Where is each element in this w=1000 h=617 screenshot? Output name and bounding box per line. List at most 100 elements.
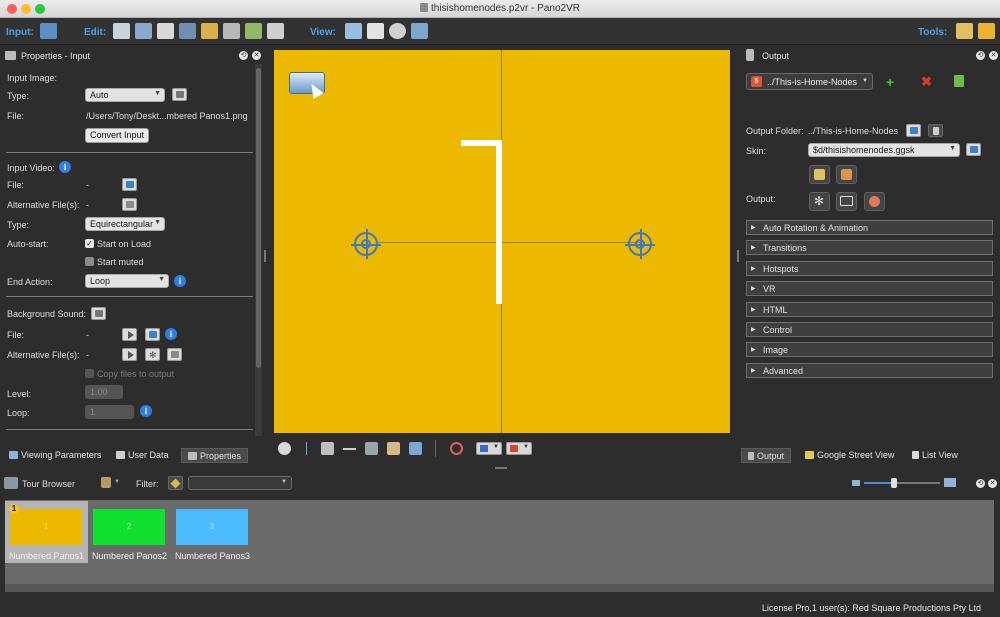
binoculars-icon[interactable]	[345, 23, 362, 39]
color-picker-blue[interactable]: ▼	[476, 442, 502, 455]
properties-scrollbar[interactable]	[255, 64, 262, 436]
filter-input[interactable]: ▼	[188, 476, 292, 490]
level-spinbox[interactable]: 1.00	[85, 385, 123, 399]
panorama-icon[interactable]	[409, 442, 422, 455]
play-sound-button[interactable]	[122, 328, 137, 341]
scrollbar-thumb[interactable]	[256, 68, 261, 368]
tour-map-icon[interactable]	[179, 23, 196, 39]
hotspot-icon[interactable]	[201, 23, 218, 39]
pano-thumbnail-image[interactable]: 1	[10, 509, 82, 545]
output-format-select[interactable]: 5 ../This-is-Home-Nodes ▼	[746, 73, 873, 90]
tab-list-view[interactable]: List View	[906, 448, 964, 463]
section-auto-rotation-animation[interactable]: Auto Rotation & Animation	[746, 220, 993, 235]
filter-tag-icon[interactable]	[168, 476, 183, 490]
convert-input-button[interactable]: Convert Input	[85, 128, 150, 143]
masking-icon[interactable]	[245, 23, 262, 39]
start-muted-checkbox[interactable]	[85, 257, 94, 266]
generate-output-icon[interactable]	[954, 75, 964, 87]
close-panel-icon[interactable]: ✕	[989, 51, 998, 60]
stopwatch-icon[interactable]	[389, 23, 406, 39]
sound-alt-browse-button[interactable]	[167, 348, 182, 361]
pano-thumbnail-item[interactable]: 1 Numbered Panos1 1	[5, 501, 88, 563]
panorama-viewer[interactable]	[274, 50, 730, 433]
section-hotspots[interactable]: Hotspots	[746, 260, 993, 276]
section-control[interactable]: Control	[746, 322, 993, 337]
image-type-select[interactable]: Auto ▼	[85, 88, 165, 102]
animation-icon[interactable]	[267, 23, 284, 39]
tab-output[interactable]: Output	[741, 448, 792, 463]
hotspot-target-left[interactable]	[351, 229, 381, 259]
thumbnail-size-slider[interactable]	[864, 478, 940, 488]
undock-panel-icon[interactable]: ⟲	[239, 51, 248, 60]
vertical-line-icon[interactable]	[300, 442, 313, 455]
undock-panel-icon[interactable]: ⟲	[976, 479, 985, 488]
sort-icon[interactable]	[101, 477, 111, 488]
tab-viewing-parameters[interactable]: Viewing Parameters	[3, 448, 107, 463]
background-sound-options-button[interactable]	[91, 307, 106, 320]
tab-user-data[interactable]: User Data	[110, 448, 175, 463]
user-data-icon[interactable]	[157, 23, 174, 39]
pano-thumbnail-image[interactable]: 2	[93, 509, 165, 545]
pano-thumbnail-item[interactable]: 3 Numbered Panos3	[171, 501, 254, 563]
crosshair-icon[interactable]	[450, 442, 463, 455]
tool-hat-icon[interactable]	[978, 23, 995, 39]
sound-settings-button[interactable]: ✻	[145, 348, 160, 361]
section-vr[interactable]: VR	[746, 281, 993, 297]
bottom-splitter-handle[interactable]	[495, 467, 507, 469]
output-open-web-button[interactable]	[864, 192, 885, 211]
input-panorama-icon[interactable]	[40, 23, 57, 39]
pano-thumbnail-image[interactable]: 3	[176, 509, 248, 545]
sound-file-browse-button[interactable]	[145, 328, 160, 341]
viewing-parameters-icon[interactable]	[113, 23, 130, 39]
skin-select[interactable]: $d/thisishomenodes.ggsk ▼	[808, 143, 960, 157]
video-alt-browse-button[interactable]	[122, 198, 137, 211]
funnel-icon[interactable]	[365, 442, 378, 455]
section-transitions[interactable]: Transitions	[746, 240, 993, 256]
skin-browse-button[interactable]	[966, 143, 981, 156]
video-file-browse-button[interactable]	[122, 178, 137, 191]
tour-browser-scrollbar[interactable]	[5, 584, 994, 592]
copy-files-checkbox[interactable]	[85, 369, 94, 378]
skin-editor-button[interactable]	[809, 165, 830, 184]
loop-spinbox[interactable]: 1	[85, 405, 134, 419]
undock-panel-icon[interactable]: ⟲	[976, 51, 985, 60]
hand-icon[interactable]	[387, 442, 400, 455]
image-type-options-button[interactable]	[172, 88, 187, 101]
patch-icon[interactable]	[135, 23, 152, 39]
skin-tools-button[interactable]	[836, 165, 857, 184]
info-icon[interactable]: i	[59, 161, 71, 173]
section-html[interactable]: HTML	[746, 301, 993, 317]
clear-output-folder-button[interactable]	[928, 124, 943, 137]
add-output-icon[interactable]: +	[886, 75, 894, 89]
delete-output-icon[interactable]: ✖	[921, 75, 932, 89]
output-settings-button[interactable]: ✻	[809, 192, 830, 211]
output-folder-browse-button[interactable]	[906, 124, 921, 137]
hotspot-target-right[interactable]	[625, 229, 655, 259]
left-splitter-handle[interactable]	[264, 250, 266, 262]
info-icon[interactable]: i	[140, 405, 152, 417]
section-advanced[interactable]: Advanced	[746, 362, 993, 378]
close-panel-icon[interactable]: ✕	[252, 51, 261, 60]
color-picker-red[interactable]: ▼	[506, 442, 532, 455]
start-on-load-checkbox[interactable]: ✓	[85, 239, 94, 248]
output-preview-button[interactable]	[836, 192, 857, 211]
grid-icon[interactable]	[321, 442, 334, 455]
section-image[interactable]: Image	[746, 342, 993, 358]
pano-thumbnail-item[interactable]: 2 Numbered Panos2	[88, 501, 171, 563]
info-icon[interactable]: i	[165, 328, 177, 340]
sound-icon[interactable]	[223, 23, 240, 39]
video-type-select[interactable]: Equirectangular ▼	[85, 217, 165, 231]
tool-wizard-icon[interactable]	[956, 23, 973, 39]
end-action-select[interactable]: Loop ▼	[85, 274, 169, 288]
compass-icon[interactable]	[278, 442, 291, 455]
tab-properties[interactable]: Properties	[181, 448, 249, 463]
slider-handle[interactable]	[891, 478, 897, 488]
right-splitter-handle[interactable]	[737, 250, 739, 262]
tab-google-street-view[interactable]: Google Street View	[799, 448, 900, 463]
eye-icon[interactable]	[411, 23, 428, 39]
close-panel-icon[interactable]: ✕	[988, 479, 997, 488]
horizon-tool-icon[interactable]	[343, 442, 356, 455]
info-icon[interactable]: i	[174, 275, 186, 287]
clipboard-icon[interactable]	[367, 23, 384, 39]
play-alt-sound-button[interactable]	[122, 348, 137, 361]
